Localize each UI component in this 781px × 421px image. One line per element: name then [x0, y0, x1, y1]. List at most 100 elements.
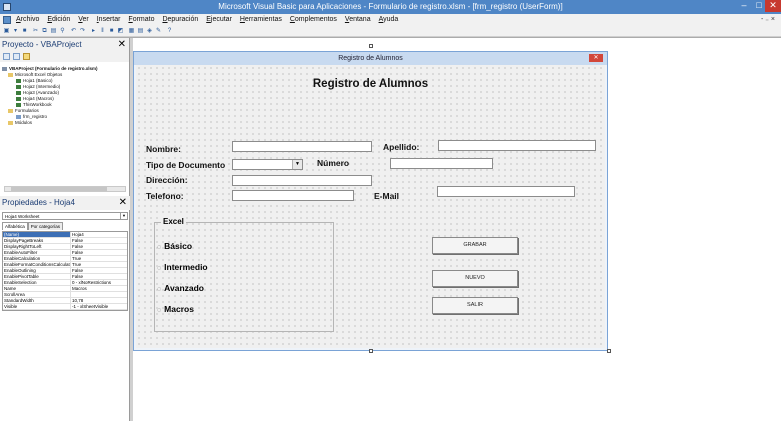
save-icon[interactable]: ■ [21, 28, 28, 35]
radio-macros[interactable]: ◌ Macros [157, 304, 194, 314]
menu-ventana[interactable]: Ventana [342, 14, 374, 26]
project-pane-title-text: Proyecto - VBAProject [2, 40, 82, 49]
run-icon[interactable]: ▸ [90, 28, 97, 35]
radio-circle-icon: ◌ [157, 265, 162, 272]
menu-depuracion[interactable]: Depuración [159, 14, 201, 26]
tipo-documento-select[interactable]: ▼ [232, 159, 303, 170]
nombre-field[interactable] [232, 141, 372, 152]
menu-formato[interactable]: Formato [125, 14, 157, 26]
apellido-label: Apellido: [383, 142, 420, 152]
apellido-field[interactable] [438, 140, 596, 151]
salir-button[interactable]: SALIR [432, 297, 518, 314]
redo-icon[interactable]: ↷ [79, 28, 86, 35]
close-button[interactable]: ✕ [765, 0, 781, 12]
properties-tabs: Alfabética Por categorías [2, 222, 130, 231]
project-pane-close-icon[interactable]: ✕ [118, 38, 126, 52]
menu-edicion[interactable]: Edición [44, 14, 73, 26]
telefono-label: Telefono: [146, 191, 184, 201]
design-mode-icon[interactable]: ◩ [117, 28, 124, 35]
menu-ver[interactable]: Ver [75, 14, 92, 26]
window-title: Microsoft Visual Basic para Aplicaciones… [218, 2, 563, 11]
insert-icon[interactable]: ▾ [12, 28, 19, 35]
properties-pane-title: Propiedades - Hoja4 ✕ [0, 196, 130, 210]
telefono-field[interactable] [232, 190, 354, 201]
cut-icon[interactable]: ✂ [32, 28, 39, 35]
object-browser-icon[interactable]: ◈ [146, 28, 153, 35]
menu-archivo[interactable]: Archivo [13, 14, 42, 26]
tab-alfabetica[interactable]: Alfabética [2, 222, 28, 230]
properties-icon[interactable]: ▤ [137, 28, 144, 35]
project-explorer-icon[interactable]: ▦ [128, 28, 135, 35]
userform-window: Registro de Alumnos ✕ Registro de Alumno… [133, 51, 608, 351]
form-designer-area: Registro de Alumnos ✕ Registro de Alumno… [133, 38, 781, 421]
excel-frame-caption: Excel [161, 217, 186, 226]
userform-close-icon[interactable]: ✕ [589, 54, 603, 62]
toolbox-icon[interactable]: ✎ [155, 28, 162, 35]
scrollbar-thumb[interactable] [11, 187, 107, 191]
properties-grid: (Name) Hoja4 DisplayPageBreaks False Displ… [2, 231, 128, 311]
sheet-icon [16, 84, 21, 89]
copy-icon[interactable]: ⧉ [41, 28, 48, 35]
properties-pane-close-icon[interactable]: ✕ [119, 196, 127, 210]
menu-complementos[interactable]: Complementos [287, 14, 340, 26]
userform-titlebar: Registro de Alumnos ✕ [134, 52, 607, 65]
workbook-icon [16, 102, 21, 107]
sheet-icon [16, 90, 21, 95]
resize-handle[interactable] [369, 44, 373, 48]
resize-handle[interactable] [607, 349, 611, 353]
left-panes: Proyecto - VBAProject ✕ VBAProject (Form… [0, 38, 130, 421]
radio-intermedio[interactable]: ◌ Intermedio [157, 262, 208, 272]
email-label: E-Mail [374, 191, 400, 201]
vba-editor-window: Microsoft Visual Basic para Aplicaciones… [0, 0, 781, 421]
tree-node[interactable]: Módulos [8, 120, 32, 126]
userform-caption: Registro de Alumnos [338, 55, 403, 62]
folder-icon [8, 72, 13, 77]
nombre-label: Nombre: [146, 144, 181, 154]
standard-toolbar: ▣ ▾ ■ ✂ ⧉ ▤ ⚲ ↶ ↷ ▸ ‖ ■ ◩ ▦ ▤ ◈ ✎ ? [0, 26, 781, 37]
document-icon[interactable] [3, 16, 11, 24]
folder-icon [8, 108, 13, 113]
tab-por-categorias[interactable]: Por categorías [27, 222, 64, 230]
chevron-down-icon[interactable]: ▼ [292, 160, 302, 169]
nuevo-button[interactable]: NUEVO [432, 270, 518, 287]
view-object-icon[interactable] [13, 53, 20, 60]
object-select-value: Hoja4 Worksheet [5, 214, 40, 219]
menu-ejecutar[interactable]: Ejecutar [203, 14, 235, 26]
radio-avanzado[interactable]: ◌ Avanzado [157, 283, 204, 293]
project-horizontal-scrollbar[interactable] [4, 186, 126, 192]
grabar-button[interactable]: GRABAR [432, 237, 518, 254]
form-icon [16, 114, 21, 119]
userform-body: Registro de Alumnos Nombre: Apellido: Ti… [136, 65, 605, 348]
chevron-down-icon[interactable]: ▼ [120, 213, 127, 219]
minimize-button[interactable]: – [736, 0, 752, 12]
tipo-documento-label: Tipo de Documento [146, 160, 226, 170]
title-bar: Microsoft Visual Basic para Aplicaciones… [0, 0, 781, 14]
menu-insertar[interactable]: Insertar [94, 14, 124, 26]
undo-icon[interactable]: ↶ [70, 28, 77, 35]
stop-icon[interactable]: ■ [108, 28, 115, 35]
direccion-label: Dirección: [146, 175, 188, 185]
project-pane-title: Proyecto - VBAProject ✕ [0, 38, 129, 52]
properties-pane-title-text: Propiedades - Hoja4 [2, 198, 75, 207]
numero-field[interactable] [390, 158, 493, 169]
resize-handle[interactable] [369, 349, 373, 353]
paste-icon[interactable]: ▤ [50, 28, 57, 35]
email-field[interactable] [437, 186, 575, 197]
sheet-icon [16, 78, 21, 83]
radio-basico[interactable]: ◌ Básico [157, 241, 192, 251]
property-row[interactable]: Visible -1 - xlSheetVisible [3, 304, 127, 310]
sheet-icon [16, 96, 21, 101]
view-excel-icon[interactable]: ▣ [3, 28, 10, 35]
direccion-field[interactable] [232, 175, 372, 186]
menu-ayuda[interactable]: Ayuda [376, 14, 402, 26]
view-code-icon[interactable] [3, 53, 10, 60]
help-icon[interactable]: ? [166, 28, 173, 35]
toggle-folders-icon[interactable] [23, 53, 30, 60]
object-select[interactable]: Hoja4 Worksheet ▼ [2, 212, 128, 220]
project-icon [2, 66, 7, 71]
menu-herramientas[interactable]: Herramientas [237, 14, 285, 26]
excel-frame: Excel ◌ Básico ◌ Intermedio ◌ Avanzado ◌ Mac… [154, 217, 334, 332]
find-icon[interactable]: ⚲ [59, 28, 66, 35]
mdi-window-controls[interactable]: - ₋ × [761, 14, 775, 26]
pause-icon[interactable]: ‖ [99, 28, 106, 35]
